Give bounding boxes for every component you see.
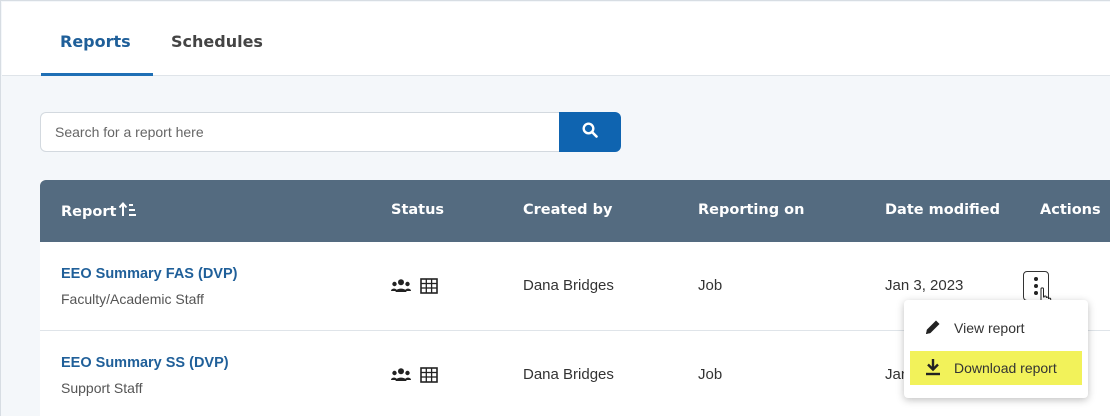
table-icon: [420, 367, 438, 388]
sort-ascending-icon[interactable]: [119, 201, 137, 222]
report-title-link[interactable]: EEO Summary FAS (DVP): [61, 266, 237, 282]
group-icon: [391, 368, 411, 387]
search-icon: [582, 121, 598, 143]
report-subtitle: Support Staff: [61, 380, 143, 396]
column-header-status: Status: [391, 202, 445, 218]
status-icons: [391, 367, 438, 388]
active-tab-indicator: [41, 73, 153, 76]
reporting-on-cell: Job: [698, 366, 723, 383]
search-button[interactable]: [559, 112, 621, 152]
status-icons: [391, 278, 438, 299]
download-icon: [924, 358, 942, 379]
group-icon: [391, 279, 411, 298]
report-title-link[interactable]: EEO Summary SS (DVP): [61, 355, 229, 371]
tab-reports[interactable]: Reports: [60, 32, 131, 51]
search-input[interactable]: [40, 112, 560, 152]
created-by-cell: Dana Bridges: [523, 277, 614, 294]
reports-page: Reports Schedules Report: [0, 0, 1110, 416]
menu-item-label: View report: [954, 320, 1025, 336]
tab-bar: Reports Schedules: [2, 2, 1110, 76]
column-header-date-modified: Date modified: [885, 202, 1001, 218]
column-header-actions: Actions: [1040, 202, 1101, 218]
column-header-created-by: Created by: [523, 202, 613, 218]
report-subtitle: Faculty/Academic Staff: [61, 291, 204, 307]
column-label: Report: [61, 204, 117, 220]
table-header: Report Status Created by Reporting on Da…: [40, 180, 1110, 242]
menu-item-download-report[interactable]: Download report: [910, 351, 1082, 385]
table-icon: [420, 278, 438, 299]
column-header-reporting-on: Reporting on: [698, 202, 805, 218]
date-modified-cell: Jan 3, 2023: [885, 277, 964, 294]
created-by-cell: Dana Bridges: [523, 366, 614, 383]
column-header-report[interactable]: Report: [61, 201, 137, 222]
tab-schedules[interactable]: Schedules: [171, 32, 263, 51]
row-actions-menu: View report Download report: [904, 300, 1088, 398]
pencil-icon: [924, 318, 942, 339]
menu-item-label: Download report: [954, 360, 1057, 376]
menu-item-view-report[interactable]: View report: [910, 311, 1082, 345]
reporting-on-cell: Job: [698, 277, 723, 294]
